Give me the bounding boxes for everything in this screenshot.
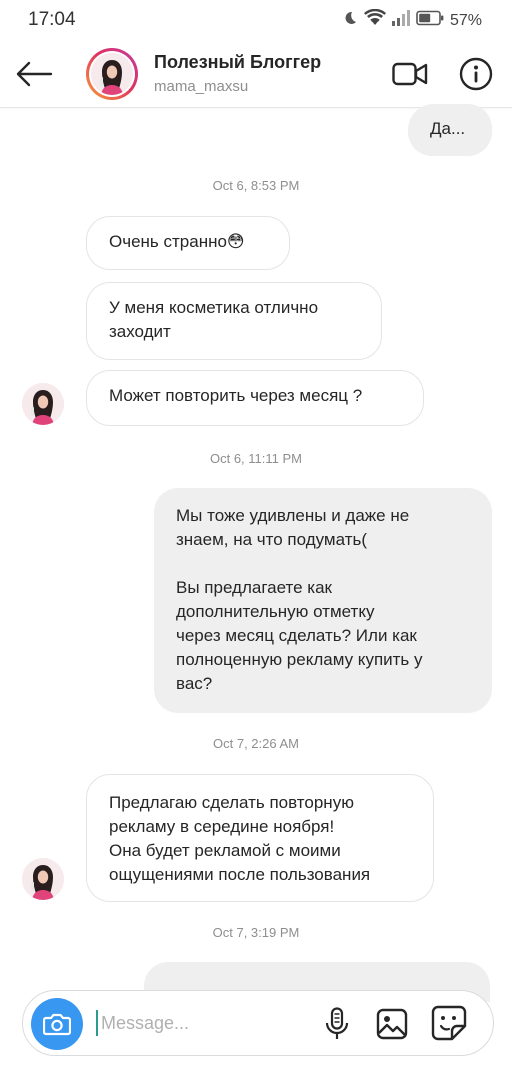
message-bubble-incoming[interactable]: У меня косметика отлично заходит <box>86 282 382 360</box>
message-timestamp: Oct 6, 8:53 PM <box>212 178 300 193</box>
microphone-icon <box>325 1007 349 1039</box>
gallery-button[interactable] <box>373 1005 411 1043</box>
status-bar: 17:04 57% <box>0 0 512 40</box>
message-timestamp: Oct 7, 3:19 PM <box>212 925 300 940</box>
status-time: 17:04 <box>28 9 76 30</box>
profile-handle: mama_maxsu <box>154 78 249 95</box>
status-icons: 57% <box>342 8 482 32</box>
image-icon <box>376 1008 408 1040</box>
sticker-button[interactable] <box>429 1003 469 1043</box>
back-arrow-icon <box>16 61 53 87</box>
message-timestamp: Oct 7, 2:26 AM <box>213 736 299 751</box>
profile-name[interactable]: Полезный Блоггер <box>154 52 321 73</box>
moon-icon <box>342 10 358 31</box>
camera-button[interactable] <box>31 998 83 1050</box>
chat-header: Полезный Блоггер mama_maxsu <box>0 40 512 108</box>
camera-icon <box>43 1013 71 1036</box>
message-bubble-incoming[interactable]: Предлагаю сделать повторную рекламу в се… <box>86 774 434 902</box>
avatar-image <box>91 53 133 95</box>
message-timestamp: Oct 6, 11:11 PM <box>209 451 302 466</box>
signal-icon <box>391 10 410 31</box>
message-bubble-outgoing[interactable]: Да... <box>408 104 492 156</box>
message-input[interactable] <box>101 1007 301 1039</box>
wifi-icon <box>363 8 386 32</box>
back-button[interactable] <box>14 54 54 94</box>
sender-avatar[interactable] <box>22 383 64 425</box>
message-bubble-incoming[interactable]: Очень странно😳 <box>86 216 290 270</box>
sticker-icon <box>431 1005 467 1041</box>
voice-message-button[interactable] <box>319 1005 355 1043</box>
text-cursor <box>96 1010 98 1036</box>
info-icon <box>459 57 493 91</box>
video-call-button[interactable] <box>390 56 430 92</box>
message-bubble-incoming[interactable]: Может повторить через месяц ? <box>86 370 424 426</box>
sender-avatar[interactable] <box>22 858 64 900</box>
battery-percent: 57% <box>449 11 482 29</box>
profile-avatar[interactable] <box>86 48 138 100</box>
video-camera-icon <box>392 62 428 86</box>
battery-icon <box>416 10 444 31</box>
info-button[interactable] <box>456 56 496 92</box>
message-bubble-outgoing[interactable]: Мы тоже удивлены и даже не знаем, на что… <box>154 488 492 713</box>
message-composer <box>22 990 494 1056</box>
